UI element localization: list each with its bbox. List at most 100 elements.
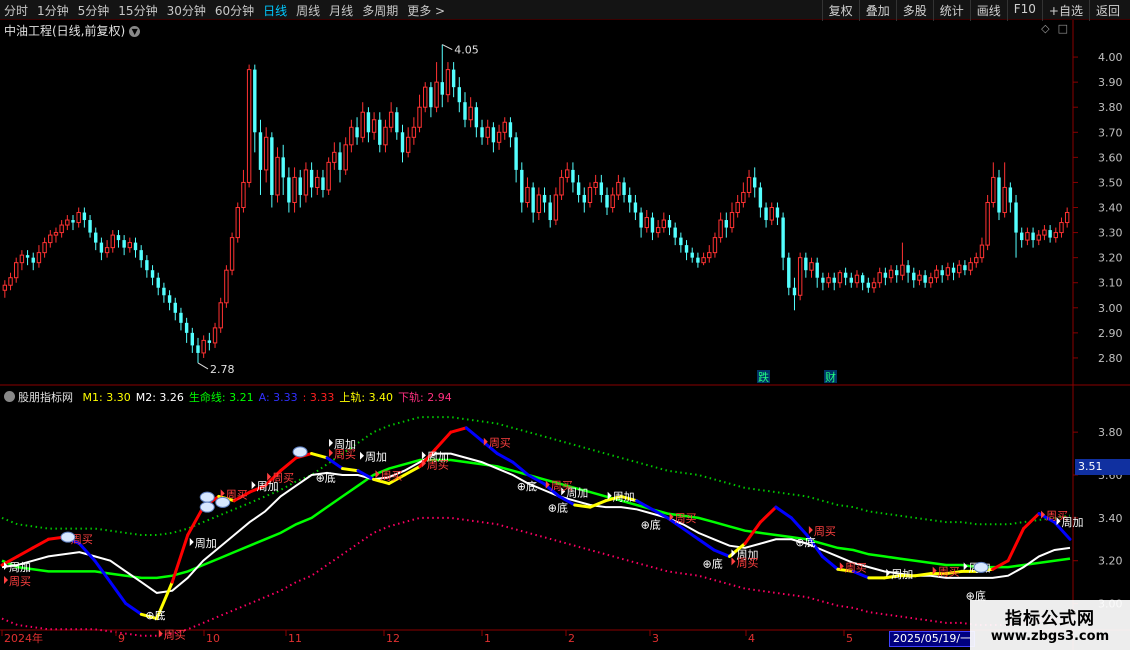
- candle-body-up: [224, 269, 229, 304]
- candle-body-down: [667, 220, 672, 228]
- signal-arrow: [963, 562, 968, 571]
- candle-body-down: [1008, 187, 1013, 203]
- m1-segment: [108, 580, 128, 606]
- candle-body-up: [76, 212, 81, 224]
- candle-body-down: [849, 277, 853, 283]
- candle-body-down: [366, 112, 371, 133]
- candle-body-up: [1002, 186, 1007, 214]
- candle-body-down: [150, 270, 155, 278]
- candle-body-down: [940, 270, 944, 276]
- signal-label-13: 周买: [427, 458, 449, 471]
- candle-body-up: [991, 176, 996, 203]
- signal-label-7: 周买: [272, 472, 294, 485]
- candle-body-down: [457, 87, 462, 103]
- candle-body-up: [496, 131, 502, 143]
- candle-body-down: [923, 275, 927, 283]
- ind-y-tick-3: 3.20: [1098, 555, 1123, 568]
- main-y-tick-8: 3.20: [1098, 252, 1123, 265]
- bottom-marker-2: ⊕底: [517, 479, 537, 493]
- m1-segment: [310, 452, 329, 460]
- candle-body-down: [684, 245, 689, 253]
- candle-body-up: [218, 302, 223, 329]
- m1-segment: [15, 546, 35, 558]
- candle-body-up: [48, 234, 53, 244]
- main-y-tick-5: 3.50: [1098, 176, 1123, 189]
- bottom-marker-4: ⊕底: [641, 518, 661, 532]
- m1-segment: [712, 548, 731, 558]
- candle-body-down: [679, 237, 683, 246]
- indicator-item-2: 生命线: 3.21: [189, 391, 254, 404]
- candle-body-down: [287, 177, 291, 203]
- candle-body-down: [116, 235, 121, 241]
- candle-body-up: [1036, 234, 1041, 241]
- candle-body-down: [997, 177, 1001, 213]
- candle-body-down: [599, 182, 604, 195]
- candle-body-up: [110, 234, 115, 249]
- signal-label-24: 周买: [938, 566, 960, 579]
- candle-body-down: [207, 340, 212, 343]
- candle-body-up: [610, 194, 615, 209]
- cloud-icon: [215, 496, 231, 508]
- bottom-marker-6: ⊕底: [795, 535, 815, 549]
- candle-body-up: [326, 161, 331, 191]
- candle-body-down: [321, 177, 325, 190]
- candle-body-down: [696, 257, 700, 263]
- date-label-3: 11: [288, 632, 302, 645]
- date-label: 2025/05/19/一: [889, 631, 976, 647]
- m1-segment: [124, 602, 143, 616]
- indicator-item-4: : 3.33: [303, 391, 335, 404]
- kline-chart[interactable]: 4.00 3.90 3.80 3.70 3.60 3.50 3.40 3.30 3.20 3.10…: [0, 0, 1130, 650]
- candle-body-up: [593, 181, 598, 188]
- candle-body-up: [1053, 232, 1059, 239]
- candle-body-down: [775, 207, 780, 218]
- candle-body-up: [945, 267, 951, 276]
- candle-body-down: [542, 194, 547, 203]
- indicator-name: 股朋指标网: [18, 391, 73, 404]
- signal-arrow: [4, 576, 8, 584]
- bottom-marker-3: ⊕底: [548, 501, 568, 515]
- cloud-icon: [60, 531, 76, 543]
- candle-body-down: [1031, 232, 1035, 241]
- candle-body-up: [644, 217, 649, 229]
- candle-body-up: [502, 121, 507, 133]
- candle-body-down: [122, 240, 126, 248]
- candle-body-down: [133, 242, 138, 251]
- candle-body-up: [928, 277, 934, 284]
- candle-body-up: [263, 136, 269, 171]
- signal-label-27: 周加: [1062, 516, 1084, 529]
- indicator-item-label: M1:: [82, 391, 107, 404]
- candle-body-down: [724, 220, 729, 228]
- candle-body-up: [616, 181, 621, 196]
- candle-body-down: [548, 202, 552, 221]
- candle-body-up: [434, 81, 439, 108]
- candle-body-down: [883, 272, 888, 278]
- signal-label-14: 周买: [489, 437, 511, 450]
- indicator-title[interactable]: 股朋指标网 M1: 3.30 M2: 3.26 生命线: 3.21 A: 3.33: …: [4, 389, 457, 405]
- candle-body-down: [463, 102, 467, 120]
- m1-segment: [758, 505, 778, 524]
- main-y-tick-0: 4.00: [1098, 51, 1123, 64]
- candle-body-up: [42, 242, 47, 254]
- date-label-7: 3: [652, 632, 659, 645]
- candle-body-up: [587, 186, 593, 203]
- candle-body-down: [94, 232, 98, 243]
- candle-body-down: [764, 207, 768, 221]
- candle-body-up: [797, 257, 803, 296]
- m1-segment: [1006, 527, 1026, 563]
- m1-segment: [681, 527, 701, 541]
- signal-label-21: 周买: [814, 525, 836, 538]
- candle-body-down: [753, 177, 757, 188]
- candle-body-up: [229, 237, 235, 271]
- date-label-6: 2: [568, 632, 575, 645]
- candle-body-down: [650, 217, 655, 233]
- indicator-menu-icon[interactable]: [4, 391, 15, 402]
- candle-body-down: [338, 152, 342, 170]
- low-annotation: 2.78: [210, 363, 235, 376]
- candle-body-down: [804, 257, 808, 271]
- candle-body-down: [787, 257, 791, 288]
- candle-body-up: [360, 111, 365, 138]
- candle-body-up: [809, 262, 814, 271]
- candle-body-down: [309, 169, 314, 188]
- main-y-tick-7: 3.30: [1098, 227, 1123, 240]
- candle-body-up: [979, 244, 985, 259]
